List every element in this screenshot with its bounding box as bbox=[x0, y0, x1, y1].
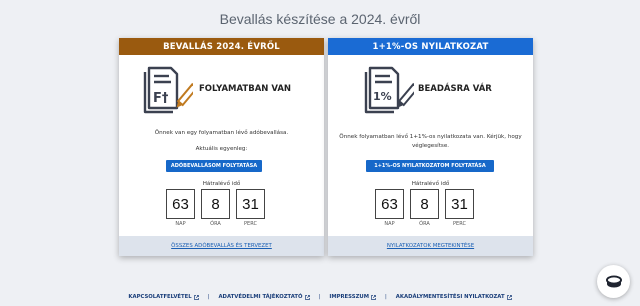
all-tax-returns-link[interactable]: ÖSSZES ADÓBEVALLÁS ÉS TERVEZET bbox=[171, 243, 272, 249]
card-description: Önnek van egy folyamatban lévő adóbevall… bbox=[154, 130, 289, 136]
percent-form-icon: 1% bbox=[364, 66, 414, 114]
card-hero: F† FOLYAMATBAN VAN bbox=[119, 62, 324, 124]
footer-separator: | bbox=[207, 294, 210, 300]
footer-link-privacy[interactable]: ADATVÉDELMI TÁJÉKOZTATÓ bbox=[218, 294, 310, 300]
chat-icon bbox=[605, 275, 622, 287]
tax-return-card: BEVALLÁS 2024. ÉVRŐL F† FOLYAMATBAN VAN … bbox=[119, 38, 324, 256]
footer-link-label: IMPRESSZUM bbox=[329, 294, 369, 300]
continue-declaration-button[interactable]: 1+1%-OS NYILATKOZATOM FOLYTATÁSA bbox=[366, 160, 494, 172]
countdown-days-value: 63 bbox=[375, 189, 404, 219]
countdown-minutes-unit: PERC bbox=[244, 221, 257, 227]
external-link-icon bbox=[304, 294, 310, 300]
footer-link-label: KAPCSOLATFELVÉTEL bbox=[128, 294, 192, 300]
svg-text:1%: 1% bbox=[373, 90, 392, 103]
footer-link-contact[interactable]: KAPCSOLATFELVÉTEL bbox=[128, 294, 199, 300]
continue-tax-return-button[interactable]: ADÓBEVALLÁSOM FOLYTATÁSA bbox=[166, 160, 262, 172]
external-link-icon bbox=[371, 294, 376, 300]
countdown-hours-value: 8 bbox=[410, 189, 439, 219]
chat-button[interactable] bbox=[597, 265, 630, 298]
card-header: BEVALLÁS 2024. ÉVRŐL bbox=[119, 38, 324, 55]
remaining-time-label: Hátralévő idő bbox=[202, 181, 241, 187]
footer-separator: | bbox=[385, 294, 387, 300]
footer-separator: | bbox=[318, 294, 321, 300]
external-link-icon bbox=[506, 294, 512, 300]
balance-label: Aktuális egyenleg: bbox=[195, 146, 248, 152]
countdown-minutes-unit: PERC bbox=[453, 221, 466, 227]
countdown-days: 63 NAP bbox=[375, 189, 404, 227]
countdown-days-unit: NAP bbox=[175, 221, 186, 227]
status-label: BEADÁSRA VÁR bbox=[418, 84, 492, 94]
external-link-icon bbox=[193, 294, 199, 300]
countdown-hours: 8 ÓRA bbox=[201, 189, 230, 227]
countdown-minutes-value: 31 bbox=[236, 189, 265, 219]
card-header: 1+1%-OS NYILATKOZAT bbox=[328, 38, 533, 55]
countdown-hours-unit: ÓRA bbox=[210, 221, 221, 227]
countdown-minutes: 31 PERC bbox=[445, 189, 474, 227]
status-label: FOLYAMATBAN VAN bbox=[199, 84, 292, 94]
card-footer: ÖSSZES ADÓBEVALLÁS ÉS TERVEZET bbox=[119, 236, 324, 256]
countdown-minutes-value: 31 bbox=[445, 189, 474, 219]
countdown-days-value: 63 bbox=[166, 189, 195, 219]
countdown: 63 NAP 8 ÓRA 31 PERC bbox=[375, 189, 474, 227]
countdown-hours-value: 8 bbox=[201, 189, 230, 219]
countdown-minutes: 31 PERC bbox=[236, 189, 265, 227]
countdown-hours: 8 ÓRA bbox=[410, 189, 439, 227]
countdown-days: 63 NAP bbox=[166, 189, 195, 227]
card-footer: NYILATKOZATOK MEGTEKINTÉSE bbox=[328, 236, 533, 256]
countdown: 63 NAP 8 ÓRA 31 PERC bbox=[166, 189, 265, 227]
card-description: Önnek folyamatban lévő 1+1%-os nyilatkoz… bbox=[339, 134, 522, 149]
footer-link-imprint[interactable]: IMPRESSZUM bbox=[329, 294, 376, 300]
footer-link-label: ADATVÉDELMI TÁJÉKOZTATÓ bbox=[218, 294, 303, 300]
remaining-time-label: Hátralévő idő bbox=[411, 181, 450, 187]
declaration-card: 1+1%-OS NYILATKOZAT 1% BEADÁSRA VÁR Önne… bbox=[328, 38, 533, 256]
tax-form-icon: F† bbox=[143, 66, 193, 114]
footer-nav: KAPCSOLATFELVÉTEL | ADATVÉDELMI TÁJÉKOZT… bbox=[0, 294, 640, 300]
view-declarations-link[interactable]: NYILATKOZATOK MEGTEKINTÉSE bbox=[387, 243, 474, 249]
svg-text:F†: F† bbox=[153, 91, 169, 106]
card-hero: 1% BEADÁSRA VÁR bbox=[328, 62, 533, 124]
countdown-days-unit: NAP bbox=[384, 221, 395, 227]
countdown-hours-unit: ÓRA bbox=[419, 221, 430, 227]
footer-link-accessibility[interactable]: AKADÁLYMENTESÍTÉSI NYILATKOZAT bbox=[396, 294, 512, 300]
footer-link-label: AKADÁLYMENTESÍTÉSI NYILATKOZAT bbox=[395, 294, 505, 300]
page-title: Bevallás készítése a 2024. évről bbox=[219, 11, 421, 27]
